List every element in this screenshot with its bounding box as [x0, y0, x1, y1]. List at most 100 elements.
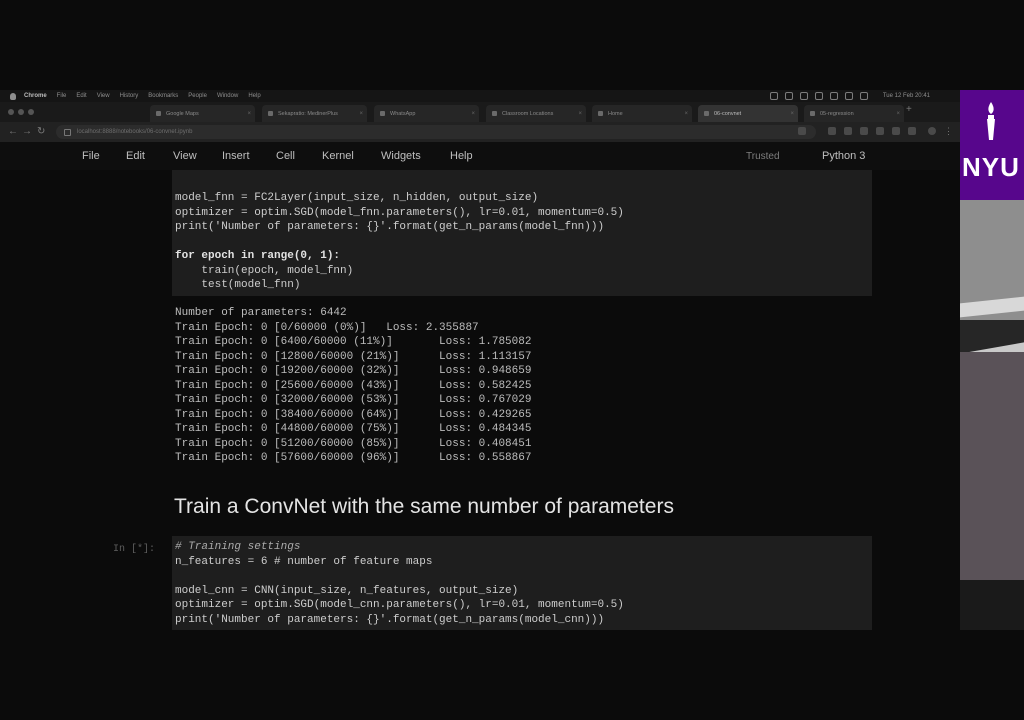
menubar-view[interactable]: View	[97, 93, 110, 99]
code-line: print('Number of parameters: {}'.format(…	[175, 221, 605, 233]
jupyter-menu-edit[interactable]: Edit	[126, 150, 145, 162]
reload-icon[interactable]: ↻	[37, 126, 45, 138]
window-minimize-button[interactable]	[18, 109, 24, 115]
menubar-clock[interactable]: Tue 12 Feb 20:41	[883, 93, 930, 99]
bookmark-star-icon[interactable]	[798, 127, 806, 135]
browser-menu-icon[interactable]: ⋮	[944, 127, 953, 136]
extension-icon[interactable]	[828, 127, 836, 135]
tab-label: Classroom Locations	[502, 110, 554, 117]
jupyter-menu-file[interactable]: File	[82, 150, 100, 162]
address-bar-url[interactable]: localhost:8888/notebooks/06-convnet.ipyn…	[77, 129, 192, 135]
favicon-icon	[156, 111, 161, 116]
torch-icon	[987, 102, 995, 140]
extension-icon[interactable]	[908, 127, 916, 135]
nyu-banner: NYU	[960, 90, 1024, 200]
jupyter-menu-cell[interactable]: Cell	[276, 150, 295, 162]
tab-close-icon[interactable]: ×	[471, 111, 475, 117]
output-line: Train Epoch: 0 [44800/60000 (75%)] Loss:…	[175, 423, 532, 435]
code-line: ​	[175, 235, 624, 250]
code-line: for epoch in range(0, 1):	[175, 250, 341, 262]
browser-tab-active[interactable]: 06-convnet ×	[698, 105, 798, 122]
room-screen	[960, 352, 1024, 582]
favicon-icon	[598, 111, 603, 116]
tray-icon[interactable]	[769, 92, 778, 100]
browser-tab[interactable]: WhatsApp ×	[374, 105, 479, 122]
favicon-icon	[704, 111, 709, 116]
jupyter-menu-help[interactable]: Help	[450, 150, 473, 162]
cell-prompt: In [*]:	[113, 544, 156, 555]
kernel-name[interactable]: Python 3	[822, 150, 865, 162]
extension-icon[interactable]	[860, 127, 868, 135]
window-zoom-button[interactable]	[28, 109, 34, 115]
presenter-video-inset: NYU	[960, 90, 1024, 630]
output-line: Number of parameters: 6442	[175, 307, 347, 319]
address-bar[interactable]: localhost:8888/notebooks/06-convnet.ipyn…	[56, 125, 816, 139]
jupyter-menu-widgets[interactable]: Widgets	[381, 150, 421, 162]
browser-tab[interactable]: Sekapratio: MedinerPlus ×	[262, 105, 367, 122]
code-cell-source[interactable]: # Training settings n_features = 6 # numb…	[175, 540, 624, 627]
new-tab-button[interactable]: +	[906, 104, 912, 115]
tab-close-icon[interactable]: ×	[896, 111, 900, 117]
code-line: test(model_fnn)	[175, 279, 301, 291]
jupyter-menu-view[interactable]: View	[173, 150, 197, 162]
favicon-icon	[268, 111, 273, 116]
jupyter-menu-insert[interactable]: Insert	[222, 150, 250, 162]
back-arrow-icon[interactable]: ←	[8, 126, 18, 138]
extension-icon[interactable]	[876, 127, 884, 135]
tab-close-icon[interactable]: ×	[790, 111, 794, 117]
output-line: Train Epoch: 0 [0/60000 (0%)] Loss: 2.35…	[175, 321, 479, 334]
browser-tab[interactable]: Home ×	[592, 105, 692, 122]
tab-label: 05-regression	[820, 110, 854, 117]
menubar-help[interactable]: Help	[248, 93, 260, 99]
tab-close-icon[interactable]: ×	[684, 111, 688, 117]
tab-close-icon[interactable]: ×	[578, 111, 582, 117]
site-info-icon[interactable]	[64, 128, 71, 136]
code-line: model_cnn = CNN(input_size, n_features, …	[175, 584, 519, 597]
wifi-icon[interactable]	[829, 92, 838, 100]
forward-arrow-icon[interactable]: →	[22, 126, 32, 138]
tab-close-icon[interactable]: ×	[359, 111, 363, 117]
menubar-file[interactable]: File	[57, 93, 67, 99]
code-line: print('Number of parameters: {}'.format(…	[175, 613, 605, 626]
output-line: Train Epoch: 0 [25600/60000 (43%)] Loss:…	[175, 379, 532, 392]
tab-label: Home	[608, 110, 623, 117]
trusted-indicator[interactable]: Trusted	[746, 151, 780, 162]
output-line: Train Epoch: 0 [19200/60000 (32%)] Loss:…	[175, 365, 532, 377]
output-line: Train Epoch: 0 [51200/60000 (85%)] Loss:…	[175, 437, 532, 450]
code-line: n_features = 6 # number of feature maps	[175, 555, 433, 568]
tray-icon[interactable]	[784, 92, 793, 100]
browser-tab[interactable]: Google Maps ×	[150, 105, 255, 122]
volume-icon[interactable]	[844, 92, 853, 100]
menubar-app-name[interactable]: Chrome	[24, 93, 47, 99]
tab-close-icon[interactable]: ×	[247, 111, 251, 117]
menubar-bookmarks[interactable]: Bookmarks	[148, 93, 178, 99]
favicon-icon	[492, 111, 497, 116]
output-line: Train Epoch: 0 [57600/60000 (96%)] Loss:…	[175, 452, 532, 464]
jupyter-menu-kernel[interactable]: Kernel	[322, 150, 354, 162]
tray-icon[interactable]	[799, 92, 808, 100]
favicon-icon	[380, 111, 385, 116]
code-cell-source[interactable]: model_fnn = FC2Layer(input_size, n_hidde…	[175, 191, 624, 293]
tab-label: WhatsApp	[390, 110, 416, 117]
macos-menubar: Chrome File Edit View History Bookmarks …	[0, 90, 960, 102]
tab-label: 06-convnet	[714, 110, 742, 117]
apple-icon[interactable]	[10, 92, 16, 100]
menubar-edit[interactable]: Edit	[76, 93, 86, 99]
room-floor	[960, 580, 1024, 630]
menubar-people[interactable]: People	[188, 93, 207, 99]
profile-avatar[interactable]	[928, 127, 936, 135]
battery-icon[interactable]	[859, 92, 868, 100]
extension-icon[interactable]	[892, 127, 900, 135]
output-line: Train Epoch: 0 [38400/60000 (64%)] Loss:…	[175, 408, 532, 421]
code-line: # Training settings	[175, 541, 301, 553]
extension-icon[interactable]	[844, 127, 852, 135]
markdown-heading[interactable]: Train a ConvNet with the same number of …	[174, 495, 674, 519]
menubar-history[interactable]: History	[120, 93, 139, 99]
code-line: ​	[175, 569, 624, 584]
browser-tab[interactable]: 05-regression ×	[804, 105, 904, 122]
favicon-icon	[810, 111, 815, 116]
menubar-window[interactable]: Window	[217, 93, 238, 99]
browser-tab[interactable]: Classroom Locations ×	[486, 105, 586, 122]
window-close-button[interactable]	[8, 109, 14, 115]
tray-icon[interactable]	[814, 92, 823, 100]
